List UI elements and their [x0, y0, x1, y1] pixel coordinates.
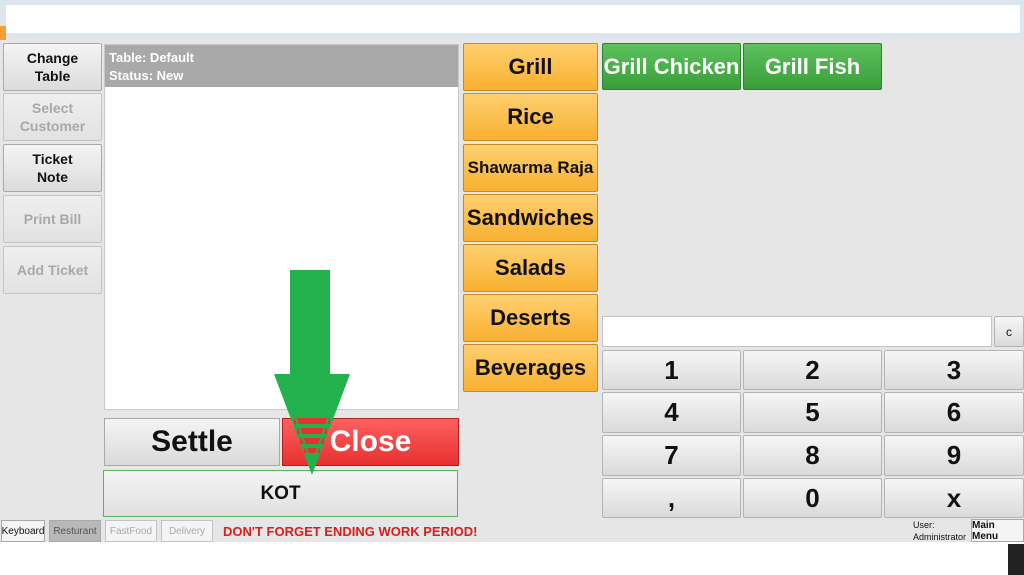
category-sandwiches[interactable]: Sandwiches [463, 194, 598, 242]
numpad-key-1[interactable]: 1 [602, 350, 741, 390]
ticket-status-label: Status: New [109, 68, 184, 83]
numpad-key-4[interactable]: 4 [602, 392, 741, 433]
work-period-warning: DON'T FORGET ENDING WORK PERIOD! [223, 524, 478, 539]
title-area [6, 5, 1020, 33]
app-icon [0, 26, 6, 40]
category-salads[interactable]: Salads [463, 244, 598, 292]
category-rice[interactable]: Rice [463, 93, 598, 141]
print-bill-button[interactable]: Print Bill [3, 195, 102, 243]
main-menu-button[interactable]: Main Menu [971, 519, 1024, 542]
numpad-key-3[interactable]: 3 [884, 350, 1024, 390]
select-customer-button[interactable]: Select Customer [3, 93, 102, 141]
taskbar-icon [1008, 544, 1024, 575]
title-bar [0, 0, 1024, 40]
menu-item-grill-fish[interactable]: Grill Fish [743, 43, 882, 90]
delivery-button[interactable]: Delivery [161, 520, 213, 542]
resturant-button[interactable]: Resturant [49, 520, 101, 542]
add-ticket-button[interactable]: Add Ticket [3, 246, 102, 294]
category-beverages[interactable]: Beverages [463, 344, 598, 392]
fastfood-button[interactable]: FastFood [105, 520, 157, 542]
ticket-note-button[interactable]: Ticket Note [3, 144, 102, 192]
ticket-header: Table: Default Status: New [105, 45, 458, 87]
annotation-arrow-icon [274, 270, 350, 475]
numpad-key-0[interactable]: 0 [743, 478, 882, 518]
keyboard-button[interactable]: Keyboard [1, 520, 45, 542]
taskbar-area [0, 542, 1024, 575]
numpad-display[interactable] [602, 316, 992, 347]
numpad-clear-button[interactable]: c [994, 316, 1024, 347]
menu-item-grill-chicken[interactable]: Grill Chicken [602, 43, 741, 90]
numpad-key-x[interactable]: x [884, 478, 1024, 518]
numpad-key-5[interactable]: 5 [743, 392, 882, 433]
numpad-key-comma[interactable]: , [602, 478, 741, 518]
numpad-key-7[interactable]: 7 [602, 435, 741, 476]
numpad-key-6[interactable]: 6 [884, 392, 1024, 433]
numpad-key-2[interactable]: 2 [743, 350, 882, 390]
category-shawarma-raja[interactable]: Shawarma Raja [463, 144, 598, 192]
category-grill[interactable]: Grill [463, 43, 598, 91]
ticket-table-label: Table: Default [109, 50, 194, 65]
settle-button[interactable]: Settle [104, 418, 280, 466]
numpad-key-9[interactable]: 9 [884, 435, 1024, 476]
numpad-key-8[interactable]: 8 [743, 435, 882, 476]
change-table-button[interactable]: Change Table [3, 43, 102, 91]
category-deserts[interactable]: Deserts [463, 294, 598, 342]
user-label: User: [913, 520, 935, 530]
